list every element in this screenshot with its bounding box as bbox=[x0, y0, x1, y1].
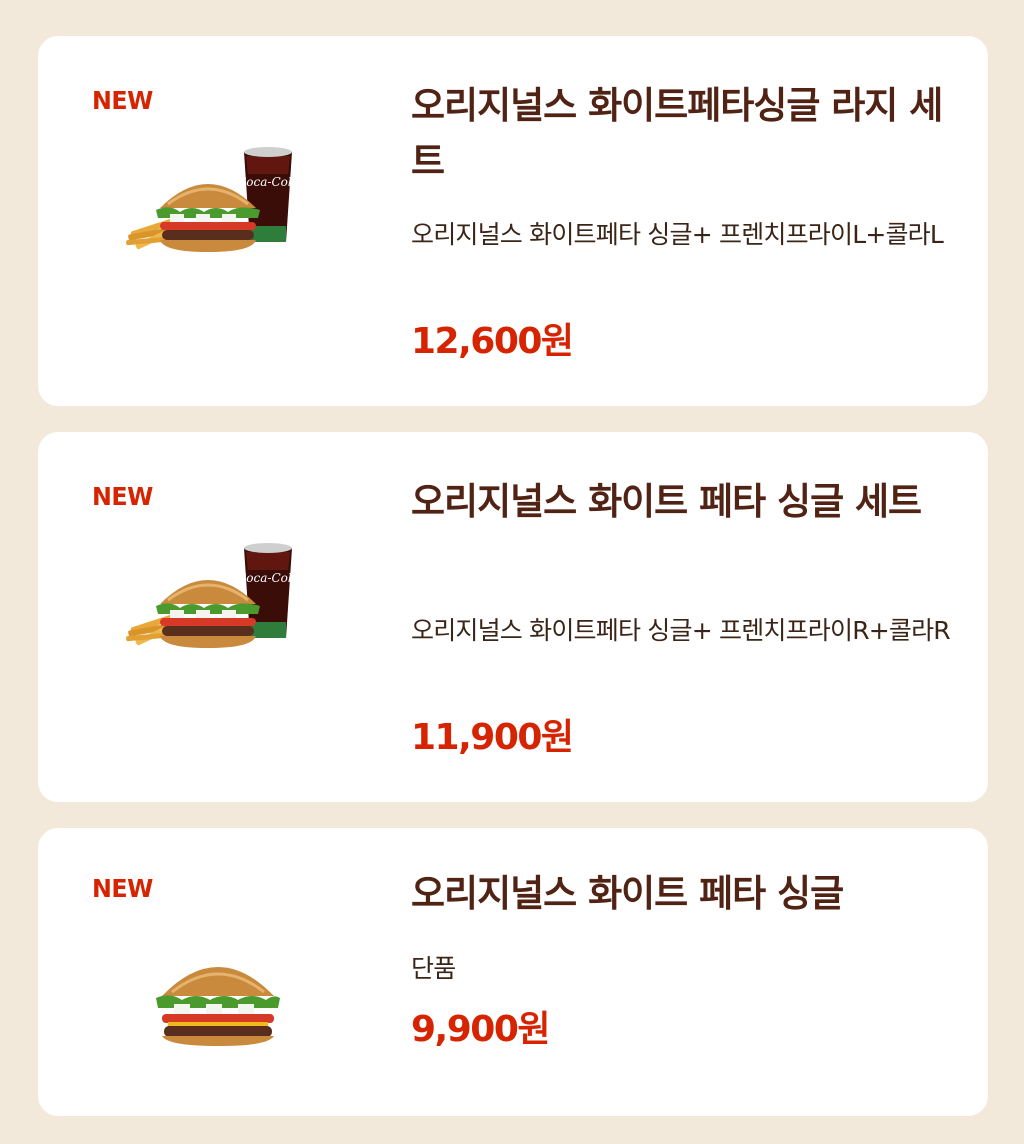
burger-image bbox=[156, 967, 280, 1046]
burger-icon bbox=[156, 967, 280, 1046]
new-badge: NEW bbox=[92, 874, 153, 903]
product-description: 오리지널스 화이트페타 싱글+ 프렌치프라이R+콜라R bbox=[411, 616, 951, 645]
svg-text:Coca-Cola: Coca-Cola bbox=[237, 571, 299, 585]
new-badge: NEW bbox=[92, 86, 153, 115]
menu-card[interactable]: NEW Coca-Cola 오리지널스 화이트 페타 싱글 세트 오리지널스 화… bbox=[38, 432, 988, 802]
product-price: 9,900원 bbox=[411, 1009, 551, 1050]
menu-card[interactable]: NEW 오리지널스 화이트 페타 싱글 단품 9,900원 bbox=[38, 828, 988, 1116]
menu-card[interactable]: NEW Coca-Cola 오리지널스 화이트페타싱글 라지 세트 오리지널스 … bbox=[38, 36, 988, 406]
burger-icon bbox=[156, 580, 260, 648]
new-badge: NEW bbox=[92, 482, 153, 511]
product-title: 오리지널스 화이트페타싱글 라지 세트 bbox=[411, 84, 943, 183]
burger-set-image: Coca-Cola bbox=[126, 543, 299, 648]
product-description: 단품 bbox=[411, 954, 456, 983]
product-price: 11,900원 bbox=[411, 717, 574, 758]
burger-icon bbox=[156, 184, 260, 252]
product-description: 오리지널스 화이트페타 싱글+ 프렌치프라이L+콜라L bbox=[411, 220, 944, 249]
product-title: 오리지널스 화이트 페타 싱글 bbox=[411, 872, 844, 915]
product-title: 오리지널스 화이트 페타 싱글 세트 bbox=[411, 480, 922, 523]
product-price: 12,600원 bbox=[411, 321, 574, 362]
burger-set-image: Coca-Cola bbox=[126, 147, 299, 252]
svg-text:Coca-Cola: Coca-Cola bbox=[237, 175, 299, 189]
